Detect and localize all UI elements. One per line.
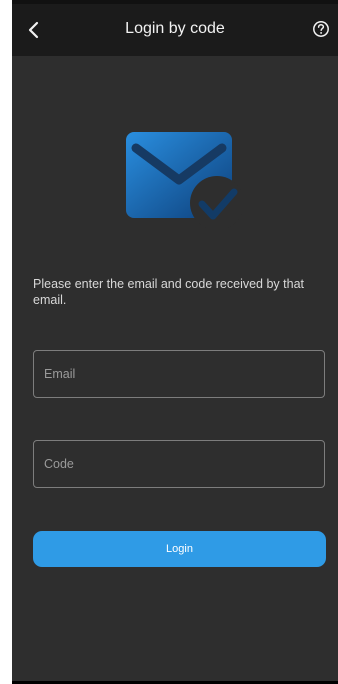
back-button[interactable] <box>21 17 47 43</box>
chevron-left-icon <box>28 21 39 39</box>
code-field[interactable] <box>33 440 325 488</box>
login-button[interactable]: Login <box>33 531 326 567</box>
instructions-text: Please enter the email and code received… <box>33 277 305 307</box>
login-screen: Login by code Please enter the email and… <box>12 0 338 684</box>
app-header: Login by code <box>12 4 338 56</box>
page-title: Login by code <box>125 20 225 37</box>
email-verification-illustration <box>124 130 244 230</box>
help-button[interactable] <box>311 19 331 39</box>
email-field[interactable] <box>33 350 325 398</box>
email-check-icon <box>126 132 244 230</box>
question-circle-icon <box>313 21 329 37</box>
